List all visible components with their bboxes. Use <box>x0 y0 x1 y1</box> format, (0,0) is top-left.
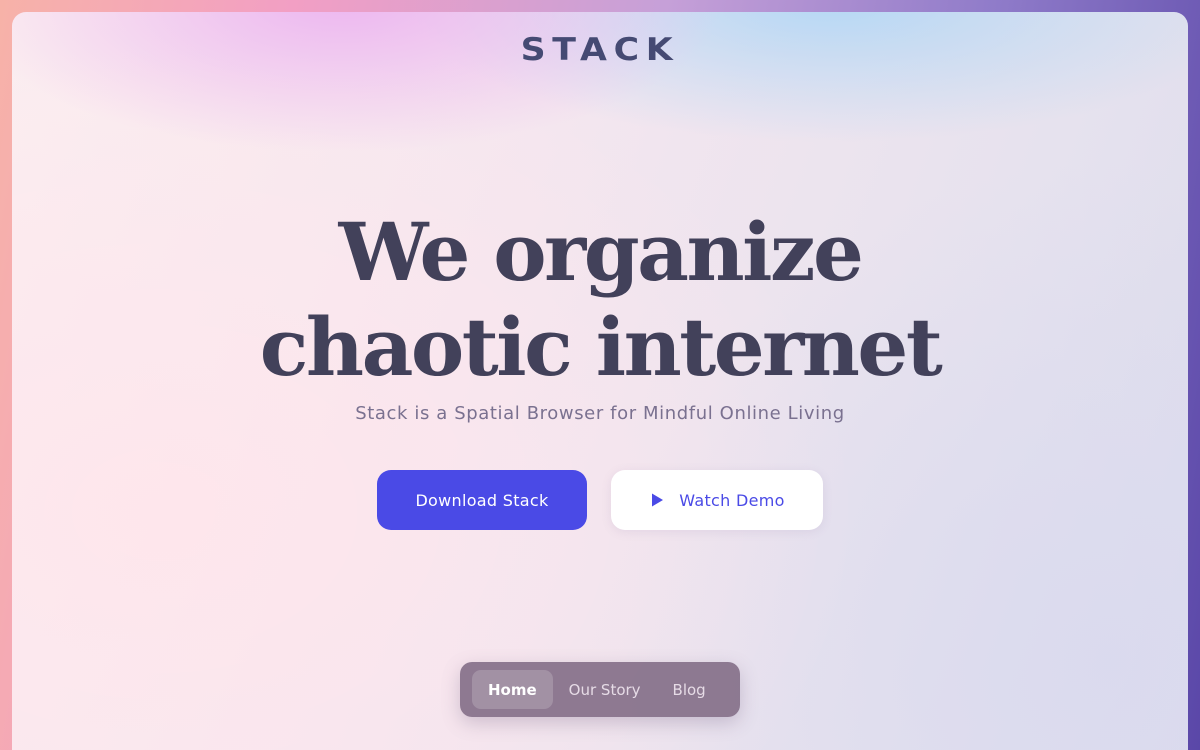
nav-item-our-story[interactable]: Our Story <box>553 670 657 709</box>
headline-line-1: We organize <box>338 205 864 299</box>
hero-headline: We organize chaotic internet <box>12 205 1188 395</box>
watch-demo-button[interactable]: Watch Demo <box>611 470 823 530</box>
nav-item-blog[interactable]: Blog <box>657 670 722 709</box>
download-stack-button[interactable]: Download Stack <box>377 470 587 530</box>
download-stack-label: Download Stack <box>415 490 549 510</box>
stack-logo[interactable]: STACK <box>12 32 1188 68</box>
nav-item-label: Our Story <box>568 680 641 699</box>
nav-item-label: Home <box>488 680 537 699</box>
play-icon <box>649 492 665 508</box>
watch-demo-label: Watch Demo <box>679 490 785 510</box>
headline-line-2: chaotic internet <box>259 300 943 394</box>
nav-item-label: Blog <box>672 680 706 699</box>
bottom-nav-bar: Home Our Story Blog <box>460 662 740 717</box>
hero-subtitle: Stack is a Spatial Browser for Mindful O… <box>355 403 845 424</box>
page-frame: STACK We organize chaotic internet Stack… <box>12 12 1188 750</box>
nav-item-home[interactable]: Home <box>472 670 553 709</box>
